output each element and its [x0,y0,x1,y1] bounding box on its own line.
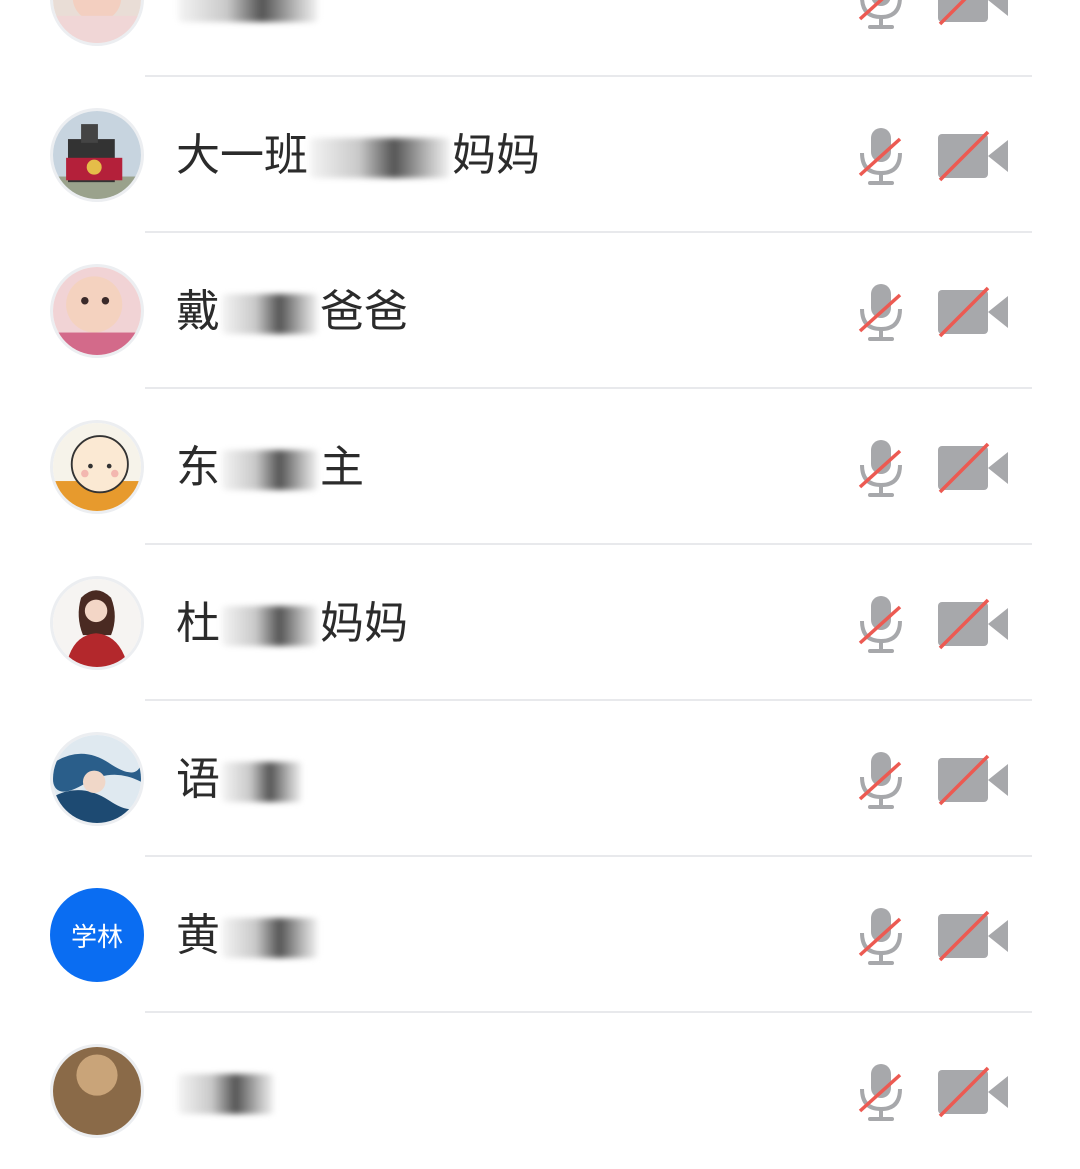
mic-muted-icon[interactable] [856,1061,906,1123]
redacted-name [310,138,450,178]
redacted-name [222,918,318,958]
divider [145,75,1032,77]
name-visible: 大一班 [176,130,308,181]
participant-row[interactable]: 杜 妈妈 [0,546,1080,701]
divider [145,699,1032,701]
mic-muted-icon[interactable] [856,437,906,499]
participant-name [176,1064,276,1120]
blue-pattern-avatar [53,735,141,823]
avatar [50,108,144,202]
camera-off-icon[interactable] [936,752,1010,808]
divider [145,543,1032,545]
divider [145,1011,1032,1013]
avatar [50,264,144,358]
name-suffix: 妈妈 [320,598,408,649]
participant-name: 语 [176,752,304,808]
redacted-name [178,1074,274,1114]
mic-muted-icon[interactable] [856,0,906,31]
participant-row[interactable]: 戴 爸爸 [0,234,1080,389]
participant-row[interactable]: 语 [0,702,1080,857]
camera-off-icon[interactable] [936,284,1010,340]
divider [145,231,1032,233]
participant-row[interactable]: 学林 黄 [0,858,1080,1013]
camera-off-icon[interactable] [936,128,1010,184]
divider [145,387,1032,389]
avatar [50,0,144,46]
mic-muted-icon[interactable] [856,281,906,343]
participant-name: 黄 [176,908,320,964]
name-visible: 戴 [176,286,220,337]
participant-name [176,0,320,28]
avatar [50,732,144,826]
cartoon-monk-avatar [53,423,141,511]
redacted-name [222,606,318,646]
woman-portrait-avatar [53,579,141,667]
avatar [50,576,144,670]
divider [145,855,1032,857]
mic-muted-icon[interactable] [856,125,906,187]
brown-photo-avatar [53,1047,141,1135]
participant-name: 杜 妈妈 [176,596,408,652]
name-suffix: 主 [320,442,364,493]
name-visible: 东 [176,442,220,493]
name-suffix: 爸爸 [320,286,408,337]
participant-row[interactable] [0,0,1080,77]
mic-muted-icon[interactable] [856,749,906,811]
mic-muted-icon[interactable] [856,905,906,967]
camera-off-icon[interactable] [936,908,1010,964]
avatar [50,1044,144,1138]
camera-off-icon[interactable] [936,1064,1010,1120]
participant-name: 东主 [176,440,364,496]
mic-muted-icon[interactable] [856,593,906,655]
participant-row[interactable]: 东主 [0,390,1080,545]
child-photo-avatar [53,0,141,43]
participant-name: 戴 爸爸 [176,284,408,340]
name-visible: 黄 [176,910,220,961]
baby-photo-avatar [53,267,141,355]
redacted-name [222,450,318,490]
avatar: 学林 [50,888,144,982]
redacted-name [178,0,318,22]
train-photo-avatar [53,111,141,199]
avatar [50,420,144,514]
avatar-initials: 学林 [50,888,144,982]
participant-list: 大一班 妈妈 戴爸爸 东 主 杜 妈妈 语 学林 黄 [0,0,1080,1138]
participant-row[interactable] [0,1014,1080,1169]
participant-row[interactable]: 大一班 妈妈 [0,78,1080,233]
name-suffix: 妈妈 [452,130,540,181]
participant-name: 大一班 妈妈 [176,128,540,184]
redacted-name [222,762,302,802]
camera-off-icon[interactable] [936,440,1010,496]
name-visible: 语 [176,754,220,805]
camera-off-icon[interactable] [936,596,1010,652]
camera-off-icon[interactable] [936,0,1010,28]
redacted-name [222,294,318,334]
name-visible: 杜 [176,598,220,649]
